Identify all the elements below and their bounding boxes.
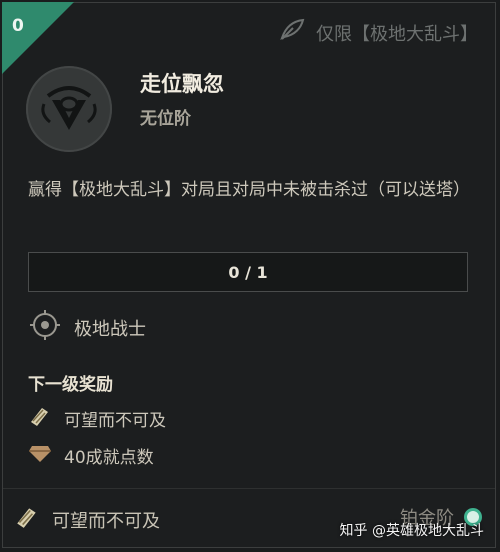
diamond-icon — [28, 442, 52, 469]
footer-title: 可望而不可及 — [14, 504, 160, 535]
challenge-emblem-icon — [26, 66, 112, 152]
scroll-icon — [28, 404, 52, 433]
divider — [3, 488, 495, 489]
mode-restriction-label: 仅限【极地大乱斗】 — [316, 23, 478, 45]
footer-title-label: 可望而不可及 — [52, 510, 160, 532]
reward-item: 40成就点数 — [28, 442, 154, 469]
progress-text: 0 / 1 — [228, 262, 268, 282]
challenge-tier: 无位阶 — [140, 109, 191, 129]
category-label: 极地战士 — [74, 318, 146, 340]
watermark: 知乎 @英雄极地大乱斗 — [339, 523, 484, 539]
corner-badge — [2, 2, 74, 74]
challenge-category: 极地战士 — [30, 310, 146, 345]
badge-count: 0 — [12, 16, 24, 36]
reward-label: 40成就点数 — [64, 448, 154, 468]
mode-restriction: 仅限【极地大乱斗】 — [278, 18, 478, 47]
scroll-icon — [14, 504, 40, 535]
target-ring-icon — [30, 310, 60, 345]
feather-icon — [278, 18, 306, 47]
challenge-title: 走位飘忽 — [140, 72, 224, 96]
progress-bar: 0 / 1 — [28, 252, 468, 292]
challenge-description: 赢得【极地大乱斗】对局且对局中未被击杀过（可以送塔） — [28, 180, 470, 200]
reward-label: 可望而不可及 — [64, 411, 166, 431]
next-reward-heading: 下一级奖励 — [28, 375, 113, 395]
reward-item: 可望而不可及 — [28, 404, 166, 433]
